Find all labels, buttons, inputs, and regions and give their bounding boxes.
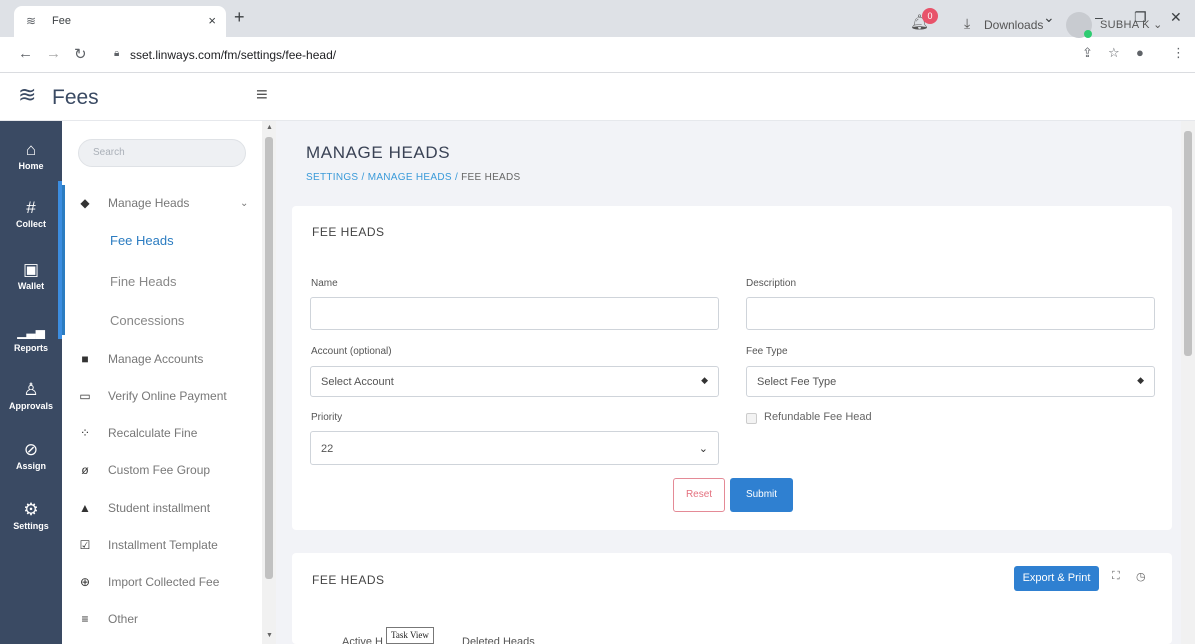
rail-item-collect[interactable]: # Collect	[0, 198, 62, 229]
tab-close-icon[interactable]: ×	[208, 13, 216, 28]
subnav-scrollbar-thumb[interactable]	[265, 137, 273, 579]
menu-icon: ≡	[81, 612, 89, 626]
scroll-down-arrow-icon[interactable]: ▼	[266, 632, 273, 639]
check-square-icon: ☑	[79, 538, 91, 552]
close-window-button[interactable]: ✕	[1170, 9, 1182, 26]
chevron-down-icon: ⌄	[698, 443, 708, 455]
subnav-fee-heads[interactable]: Fee Heads	[110, 233, 174, 248]
chevron-down-icon[interactable]: ⌄	[240, 198, 248, 209]
rail-item-settings[interactable]: ⚙ Settings	[0, 500, 62, 531]
user-menu[interactable]: SUBHA K ⌄	[1100, 18, 1163, 31]
rail-item-reports[interactable]: ▁▃▅ Reports	[0, 322, 62, 353]
refundable-label: Refundable Fee Head	[764, 411, 872, 423]
fullscreen-icon[interactable]: ⛶	[1112, 570, 1120, 583]
download-icon[interactable]: ⤓	[964, 15, 970, 32]
fees-favicon-icon: ≋	[26, 14, 37, 28]
tab-title: Fee	[52, 15, 71, 27]
tab-active-heads[interactable]: Active H	[342, 636, 383, 644]
bookmark-star-icon[interactable]: ☆	[1108, 45, 1120, 61]
hash-icon: #	[26, 198, 36, 217]
settings-subnav: Search ◆ Manage Heads ⌄ Fee Heads Fine H…	[62, 121, 262, 644]
check-circle-icon: ⊘	[23, 440, 39, 459]
description-field[interactable]	[746, 297, 1155, 330]
back-arrow-icon[interactable]: ←	[18, 45, 33, 62]
breadcrumb-fee-heads: FEE HEADS	[461, 172, 521, 183]
search-input[interactable]: Search	[78, 139, 246, 167]
task-view-tooltip: Task View	[386, 627, 434, 644]
export-print-button[interactable]: Export & Print	[1014, 566, 1099, 591]
wallet-icon: ▣	[22, 260, 40, 279]
share-icon[interactable]: ⇪	[1082, 45, 1093, 61]
browser-toolbar: ← → ↻ 🔒︎ sset.linways.com/fm/settings/fe…	[0, 37, 1195, 73]
breadcrumb-settings[interactable]: SETTINGS	[306, 172, 358, 183]
page-title: MANAGE HEADS	[306, 143, 451, 162]
description-label: Description	[746, 278, 797, 289]
address-bar[interactable]: 🔒︎ sset.linways.com/fm/settings/fee-head…	[100, 42, 1180, 68]
new-tab-button[interactable]: +	[234, 7, 245, 28]
subnav-concessions[interactable]: Concessions	[110, 313, 184, 328]
priority-label: Priority	[311, 412, 343, 423]
help-circle-icon[interactable]: ◷	[1136, 570, 1146, 583]
hamburger-menu-icon[interactable]: ≡	[256, 84, 268, 107]
fee-type-label: Fee Type	[746, 346, 788, 357]
rail-item-assign[interactable]: ⊘ Assign	[0, 440, 62, 471]
breadcrumb: SETTINGS / MANAGE HEADS / FEE HEADS	[306, 172, 521, 183]
select-arrows-icon: ◆	[1137, 375, 1144, 385]
layers-logo-icon: ≋	[18, 82, 37, 107]
spinner-icon: ⁘	[79, 426, 91, 440]
account-select[interactable]: Select Account ◆	[310, 366, 719, 397]
plus-circle-icon: ⊕	[79, 575, 91, 589]
subnav-active-indicator	[62, 185, 65, 335]
refundable-checkbox[interactable]	[746, 413, 757, 424]
rail-item-home[interactable]: ⌂ Home	[0, 140, 62, 171]
user-icon: ▲	[79, 501, 91, 515]
lock-icon: 🔒︎	[114, 48, 120, 59]
tags-icon: ◆	[80, 196, 90, 210]
credit-card-icon: ▭	[79, 389, 91, 403]
scroll-up-arrow-icon[interactable]: ▲	[266, 124, 273, 131]
online-status-dot	[1084, 30, 1092, 38]
select-arrows-icon: ◆	[701, 375, 708, 385]
breadcrumb-manage-heads[interactable]: MANAGE HEADS	[368, 172, 452, 183]
reset-button[interactable]: Reset	[673, 478, 725, 512]
book-icon: ■	[81, 352, 89, 366]
fee-type-select[interactable]: Select Fee Type ◆	[746, 366, 1155, 397]
name-field[interactable]	[310, 297, 719, 330]
app-header: ≋ Fees ≡	[0, 73, 1195, 121]
home-icon: ⌂	[25, 140, 37, 159]
browser-menu-icon[interactable]: ⋮	[1172, 45, 1185, 61]
circle-slash-icon: ø	[81, 463, 89, 477]
user-check-icon: ♙	[23, 380, 39, 399]
forward-arrow-icon[interactable]: →	[46, 45, 61, 62]
bar-chart-icon: ▁▃▅	[17, 325, 45, 339]
search-placeholder: Search	[93, 147, 125, 158]
submit-button[interactable]: Submit	[730, 478, 793, 512]
list-card-title: FEE HEADS	[312, 573, 385, 587]
rail-item-approvals[interactable]: ♙ Approvals	[0, 380, 62, 411]
gear-icon: ⚙	[23, 500, 39, 519]
notification-badge: 0	[922, 8, 938, 24]
reload-icon[interactable]: ↻	[74, 45, 87, 63]
downloads-link[interactable]: Downloads	[984, 18, 1043, 32]
page-scrollbar-thumb[interactable]	[1184, 131, 1192, 356]
form-card-title: FEE HEADS	[312, 225, 385, 239]
browser-tab[interactable]: ≋ Fee ×	[14, 6, 226, 37]
name-label: Name	[311, 278, 338, 289]
tab-search-icon[interactable]: ⌄	[1043, 9, 1055, 26]
profile-icon[interactable]: ●	[1136, 45, 1144, 60]
subnav-fine-heads[interactable]: Fine Heads	[110, 274, 176, 289]
rail-item-wallet[interactable]: ▣ Wallet	[0, 260, 62, 291]
account-label: Account (optional)	[311, 346, 392, 357]
brand-title: Fees	[52, 86, 99, 109]
url-text: sset.linways.com/fm/settings/fee-head/	[130, 48, 337, 62]
tab-deleted-heads[interactable]: Deleted Heads	[462, 636, 535, 644]
priority-select[interactable]: 22 ⌄	[310, 431, 719, 465]
